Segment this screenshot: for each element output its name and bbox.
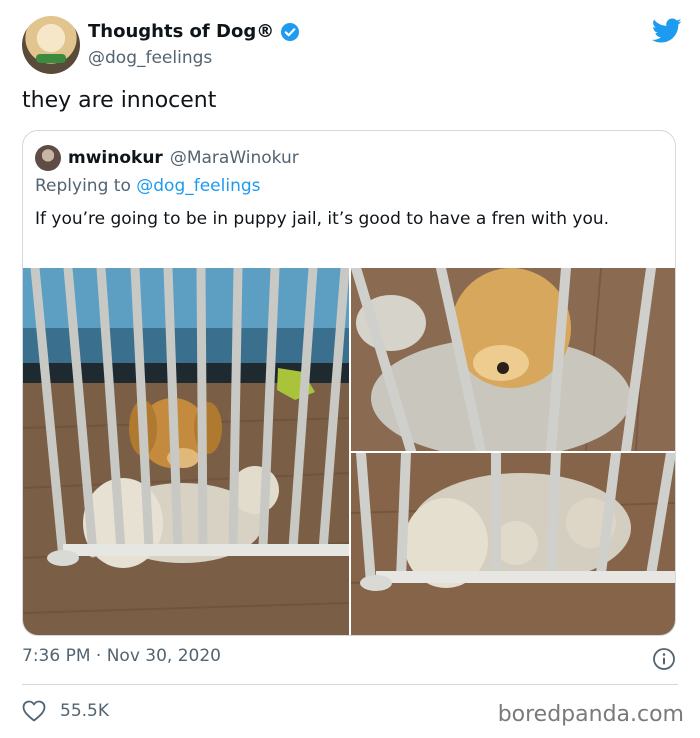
verified-badge-icon <box>280 22 300 42</box>
author-handle[interactable]: @dog_feelings <box>88 48 212 68</box>
author-avatar[interactable] <box>22 16 80 74</box>
divider <box>22 684 678 685</box>
quoted-author-name[interactable]: mwinokur <box>68 148 163 168</box>
photo-grid <box>23 268 675 635</box>
quoted-author-avatar[interactable] <box>35 145 61 171</box>
author-display-name[interactable]: Thoughts of Dog® <box>88 21 274 42</box>
tweet-timestamp[interactable]: 7:36 PM · Nov 30, 2020 <box>22 646 221 666</box>
twitter-bird-icon[interactable] <box>651 18 682 44</box>
replying-to-label: Replying to <box>35 176 137 196</box>
heart-icon[interactable] <box>22 700 46 722</box>
quoted-author-handle[interactable]: @MaraWinokur <box>170 148 299 168</box>
quoted-tweet-text: If you’re going to be in puppy jail, it’… <box>35 209 610 229</box>
quoted-tweet-header: mwinokur @MaraWinokur <box>35 145 299 171</box>
replying-to-link[interactable]: @dog_feelings <box>136 176 260 196</box>
replying-to-line: Replying to @dog_feelings <box>35 176 261 196</box>
photo-plush-toy[interactable] <box>351 453 675 635</box>
tweet-text: they are innocent <box>22 88 217 113</box>
tweet-header: Thoughts of Dog® @dog_feelings <box>22 16 682 76</box>
quoted-tweet-card[interactable]: mwinokur @MaraWinokur Replying to @dog_f… <box>22 130 676 636</box>
like-action[interactable]: 55.5K <box>22 700 109 722</box>
photo-puppy-in-pen[interactable] <box>23 268 349 635</box>
watermark: boredpanda.com <box>497 702 684 727</box>
author-name-row: Thoughts of Dog® <box>88 21 300 42</box>
photo-puppy-sleeping[interactable] <box>351 268 675 451</box>
info-icon[interactable] <box>652 647 676 671</box>
like-count: 55.5K <box>60 701 109 721</box>
